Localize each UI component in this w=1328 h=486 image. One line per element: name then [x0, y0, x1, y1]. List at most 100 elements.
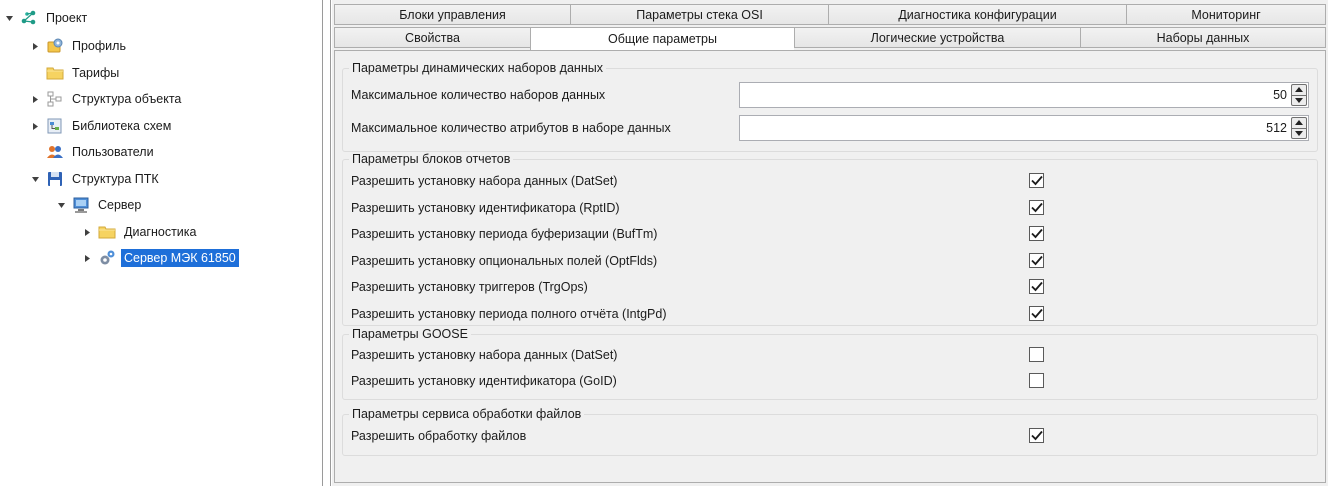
checkmark-icon	[1030, 175, 1043, 186]
settings-panel: Блоки управления Параметры стека OSI Диа…	[332, 0, 1328, 486]
tree-node-object-structure[interactable]: Структура объекта	[28, 87, 184, 111]
network-icon	[20, 9, 38, 27]
checkbox[interactable]	[1029, 347, 1044, 362]
collapse-arrow-icon[interactable]	[28, 172, 42, 186]
checkbox-row: Разрешить установку триггеров (TrgOps)	[351, 274, 1309, 300]
max-datasets-label: Максимальное количество наборов данных	[351, 88, 606, 102]
collapse-arrow-icon[interactable]	[2, 11, 16, 25]
structure-icon	[46, 90, 64, 108]
checkmark-icon	[1030, 281, 1043, 292]
checkbox[interactable]	[1029, 305, 1044, 321]
tab-content: Параметры динамических наборов данных Ма…	[334, 50, 1326, 483]
decrement-icon[interactable]	[1292, 129, 1306, 139]
tree-node-label: Структура ПТК	[72, 172, 159, 186]
checkbox-label: Разрешить установку идентификатора (RptI…	[351, 200, 620, 215]
checkbox-label: Разрешить установку набора данных (DatSe…	[351, 174, 618, 188]
group-goose: Параметры GOOSE Разрешить установку набо…	[342, 327, 1318, 400]
checkbox-label: Разрешить установку набора данных (DatSe…	[351, 348, 618, 362]
checkbox[interactable]	[1029, 226, 1044, 241]
checkmark-icon	[1030, 228, 1043, 239]
checkbox[interactable]	[1029, 279, 1044, 294]
collapse-arrow-icon[interactable]	[54, 198, 68, 212]
max-datasets-stepper[interactable]: 50	[739, 82, 1309, 108]
stepper-buttons	[1291, 84, 1307, 106]
checkbox-row: Разрешить обработку файлов	[351, 423, 1309, 449]
tree-node-label: Профиль	[72, 39, 126, 53]
tree-node-label: Сервер	[98, 198, 142, 212]
tree-node-label: Тарифы	[72, 66, 120, 80]
tab-monitoring[interactable]: Мониторинг	[1126, 4, 1326, 25]
checkmark-icon	[1030, 202, 1043, 212]
checkbox-label: Разрешить обработку файлов	[351, 429, 527, 443]
tree-node-tariffs[interactable]: Тарифы	[46, 61, 122, 85]
max-attrs-stepper[interactable]: 512	[739, 115, 1309, 141]
tree-node-diagnostics[interactable]: Диагностика	[80, 220, 199, 244]
tree-node-project[interactable]: Проект	[2, 6, 90, 30]
tab-row-bottom: Свойства Общие параметры Логические устр…	[334, 27, 1328, 51]
max-attrs-row: Максимальное количество атрибутов в набо…	[351, 115, 1309, 141]
expand-arrow-icon[interactable]	[80, 225, 94, 239]
checkbox[interactable]	[1029, 428, 1044, 443]
checkmark-icon	[1030, 308, 1043, 318]
checkbox[interactable]	[1029, 252, 1044, 268]
checkbox[interactable]	[1029, 373, 1044, 388]
tree-node-label: Библиотека схем	[72, 119, 172, 133]
splitter[interactable]	[322, 0, 331, 486]
tree-node-label: Сервер МЭК 61850	[121, 249, 239, 267]
tab-config-diagnostics[interactable]: Диагностика конфигурации	[828, 4, 1126, 25]
decrement-icon[interactable]	[1292, 96, 1306, 106]
tree-node-ptk-structure[interactable]: Структура ПТК	[28, 167, 162, 191]
tab-control-blocks[interactable]: Блоки управления	[334, 4, 570, 25]
tree-node-schema-library[interactable]: Библиотека схем	[28, 114, 174, 138]
increment-icon[interactable]	[1292, 85, 1306, 96]
checkbox-row: Разрешить установку периода полного отчё…	[351, 301, 1309, 327]
tree-node-profile[interactable]: Профиль	[28, 34, 129, 58]
tree-node-iec61850-server[interactable]: Сервер МЭК 61850	[80, 246, 239, 270]
checkbox-row: Разрешить установку идентификатора (GoID…	[351, 368, 1309, 394]
tree-node-label: Пользователи	[72, 145, 154, 159]
tree-node-users[interactable]: Пользователи	[46, 140, 157, 164]
folder-icon	[98, 223, 116, 241]
checkbox[interactable]	[1029, 199, 1044, 215]
tab-general-params[interactable]: Общие параметры	[530, 27, 794, 51]
max-attrs-label: Максимальное количество атрибутов в набо…	[351, 121, 671, 135]
users-icon	[46, 143, 64, 161]
schema-library-icon	[46, 117, 64, 135]
floppy-icon	[46, 170, 64, 188]
max-datasets-value: 50	[1273, 88, 1287, 102]
checkbox-label: Разрешить установку опциональных полей (…	[351, 253, 658, 268]
expand-arrow-icon[interactable]	[28, 92, 42, 106]
checkbox-label: Разрешить установку периода полного отчё…	[351, 306, 667, 321]
group-file-service: Параметры сервиса обработки файлов Разре…	[342, 407, 1318, 456]
tree-node-server[interactable]: Сервер	[54, 193, 144, 217]
gears-icon	[98, 249, 116, 267]
max-datasets-row: Максимальное количество наборов данных 5…	[351, 82, 1309, 108]
expand-arrow-icon[interactable]	[80, 251, 94, 265]
expand-arrow-icon[interactable]	[28, 119, 42, 133]
checkbox-label: Разрешить установку идентификатора (GoID…	[351, 374, 617, 388]
group-title: Параметры динамических наборов данных	[349, 61, 606, 75]
checkbox-row: Разрешить установку набора данных (DatSe…	[351, 342, 1309, 368]
profile-icon	[46, 37, 64, 55]
group-dynamic-datasets: Параметры динамических наборов данных Ма…	[342, 61, 1318, 152]
max-attrs-value: 512	[1266, 121, 1287, 135]
group-title: Параметры сервиса обработки файлов	[349, 407, 585, 421]
checkbox-label: Разрешить установку периода буферизации …	[351, 227, 658, 241]
checkmark-icon	[1030, 430, 1043, 441]
expand-arrow-icon[interactable]	[28, 39, 42, 53]
tab-logical-devices[interactable]: Логические устройства	[794, 27, 1080, 48]
checkbox[interactable]	[1029, 173, 1044, 188]
increment-icon[interactable]	[1292, 118, 1306, 129]
tab-osi-stack-params[interactable]: Параметры стека OSI	[570, 4, 828, 25]
checkbox-row: Разрешить установку периода буферизации …	[351, 221, 1309, 247]
computer-icon	[72, 196, 90, 214]
tab-datasets[interactable]: Наборы данных	[1080, 27, 1326, 48]
stepper-buttons	[1291, 117, 1307, 139]
group-title: Параметры GOOSE	[349, 327, 471, 341]
tab-properties[interactable]: Свойства	[334, 27, 530, 48]
tree-node-label: Структура объекта	[72, 92, 182, 106]
project-tree: Проект Профиль Тарифы Структура объекта …	[0, 0, 322, 486]
folder-icon	[46, 64, 64, 82]
group-report-blocks: Параметры блоков отчетов Разрешить устан…	[342, 152, 1318, 327]
tab-row-top: Блоки управления Параметры стека OSI Диа…	[334, 4, 1328, 25]
